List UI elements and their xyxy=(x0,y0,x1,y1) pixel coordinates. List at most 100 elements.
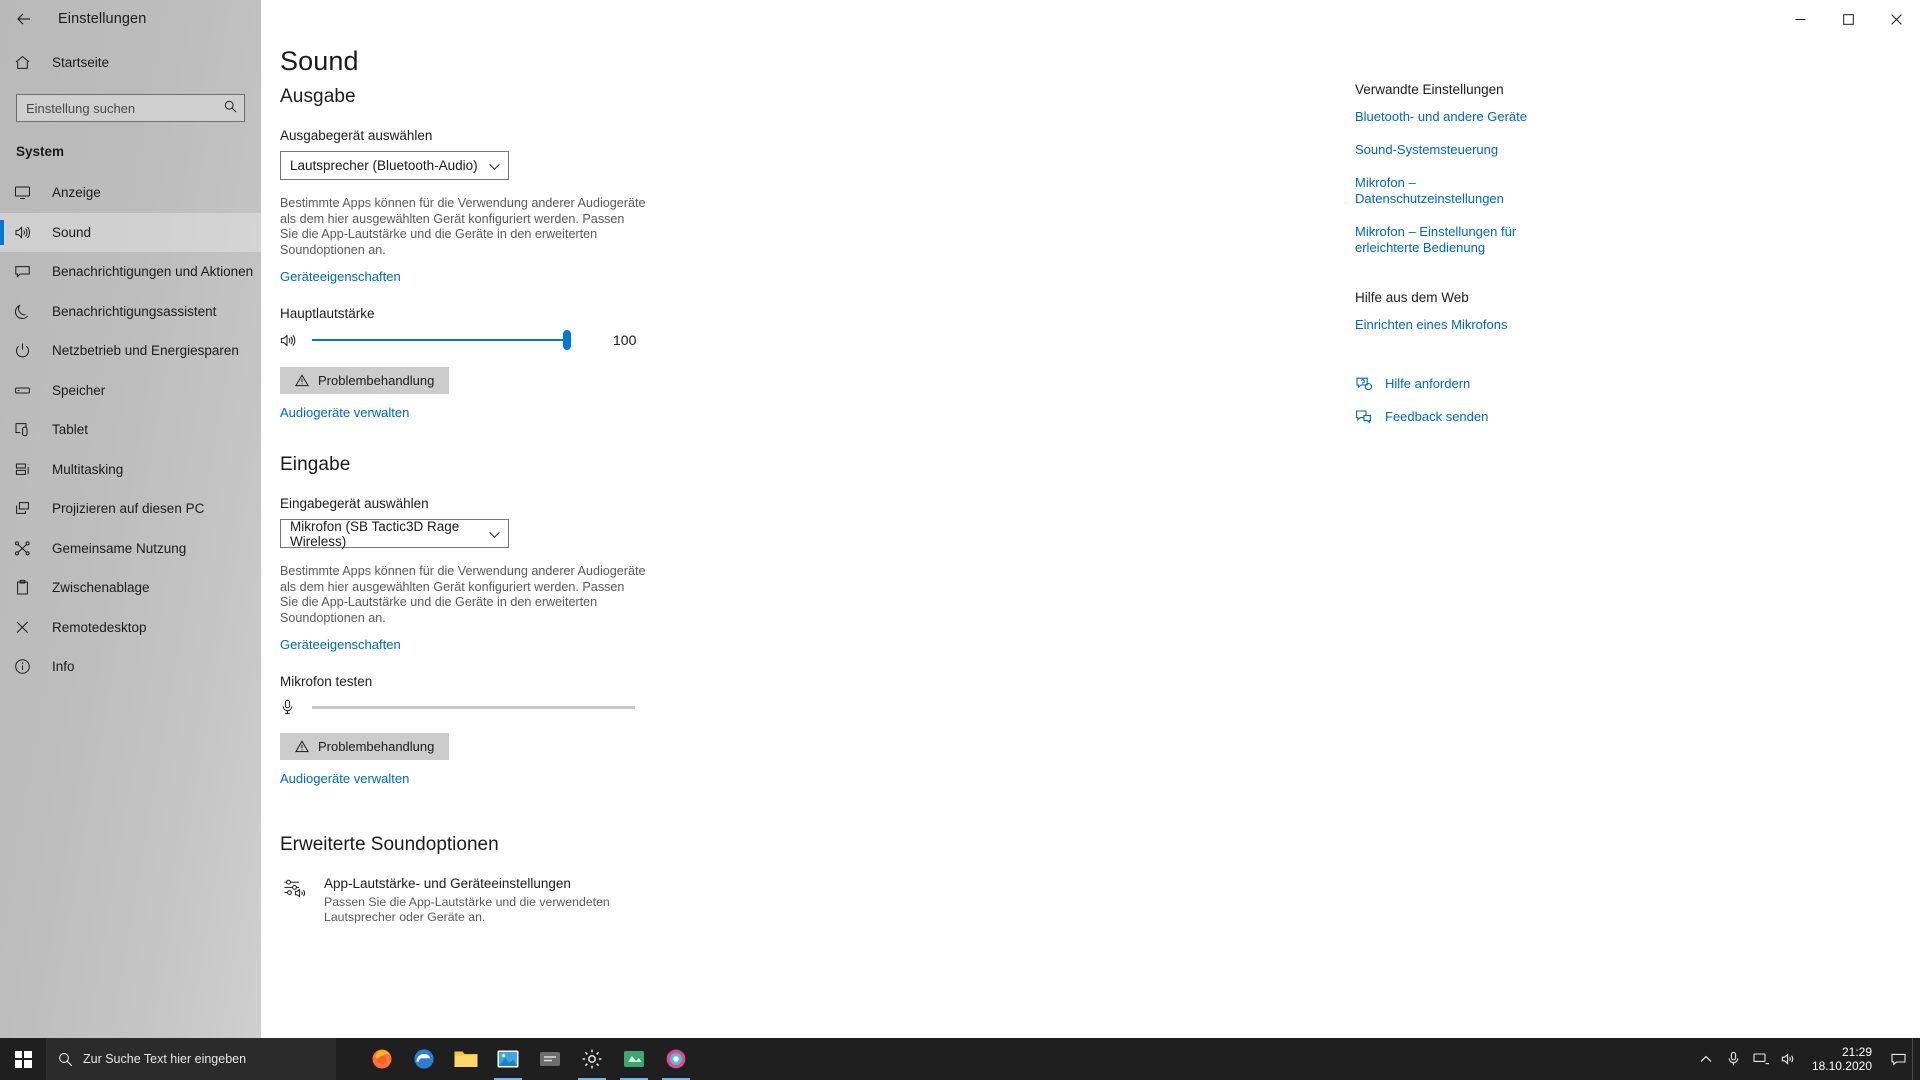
sidebar-nav-list: Anzeige Sound Benachrichtigungen und Akt… xyxy=(0,173,261,687)
mixer-icon xyxy=(280,876,310,925)
volume-tray-icon[interactable] xyxy=(1776,1038,1804,1080)
app-volume-text: App-Lautstärke- und Geräteeinstellungen … xyxy=(324,876,654,925)
sidebar-item-anzeige[interactable]: Anzeige xyxy=(0,173,261,213)
input-troubleshoot-label: Problembehandlung xyxy=(318,739,435,754)
app-volume-subtitle: Passen Sie die App-Lautstärke und die ve… xyxy=(324,895,610,924)
sidebar-item-label: Speicher xyxy=(52,382,106,398)
sidebar-item-home[interactable]: Startseite xyxy=(0,42,261,82)
sidebar-item-label: Anzeige xyxy=(52,185,101,201)
input-device-label: Eingabegerät auswählen xyxy=(280,496,429,511)
edge-taskbar-icon[interactable] xyxy=(404,1038,444,1080)
chevron-down-icon xyxy=(489,158,500,173)
related-settings-heading: Verwandte Einstellungen xyxy=(1355,82,1504,97)
back-button[interactable] xyxy=(0,0,48,38)
output-description: Bestimmte Apps können für die Verwendung… xyxy=(280,196,646,257)
sidebar-item-label: Tablet xyxy=(52,422,89,438)
sidebar-item-benachrichtigungsassistent[interactable]: Benachrichtigungsassistent xyxy=(0,292,261,332)
taskbar-apps xyxy=(362,1038,696,1080)
notification-icon xyxy=(14,263,40,280)
right-rail: Verwandte Einstellungen Bluetooth- und a… xyxy=(1355,82,1655,441)
sidebar-item-info[interactable]: Info xyxy=(0,647,261,687)
caption-buttons xyxy=(1776,0,1920,38)
master-volume-slider[interactable] xyxy=(312,330,571,350)
window-title: Einstellungen xyxy=(58,11,147,27)
web-help-link-setup-microphone[interactable]: Einrichten eines Mikrofons xyxy=(1355,317,1555,333)
start-button[interactable] xyxy=(0,1038,46,1080)
clipboard-icon xyxy=(14,579,40,596)
content-area: Sound Ausgabe Ausgabegerät auswählen Lau… xyxy=(261,38,1920,1038)
share-icon xyxy=(14,540,40,557)
slider-thumb[interactable] xyxy=(563,330,571,350)
mic-level-meter xyxy=(312,705,635,709)
multitasking-icon xyxy=(14,461,40,478)
sidebar-item-benachrichtigungen-und-aktionen[interactable]: Benachrichtigungen und Aktionen xyxy=(0,252,261,292)
close-button[interactable] xyxy=(1872,0,1920,38)
power-icon xyxy=(14,342,40,359)
sidebar-item-label: Sound xyxy=(52,224,92,240)
warning-icon xyxy=(295,374,309,387)
minimize-button[interactable] xyxy=(1776,0,1824,38)
photos-taskbar-icon[interactable] xyxy=(488,1038,528,1080)
taskbar-clock[interactable]: 21:29 18.10.2020 xyxy=(1804,1038,1884,1080)
sidebar-item-label: Remotedesktop xyxy=(52,619,147,635)
search-input[interactable] xyxy=(16,94,245,122)
input-manage-devices-link[interactable]: Audiogeräte verwalten xyxy=(280,771,409,786)
related-link-sound-control-panel[interactable]: Sound-Systemsteuerung xyxy=(1355,142,1555,158)
app-taskbar-icon[interactable] xyxy=(614,1038,654,1080)
related-link-bluetooth[interactable]: Bluetooth- und andere Geräte xyxy=(1355,109,1555,125)
master-volume-label: Hauptlautstärke xyxy=(280,306,375,321)
web-help-heading: Hilfe aus dem Web xyxy=(1355,290,1469,305)
sidebar-item-netzbetrieb-und-energiesparen[interactable]: Netzbetrieb und Energiesparen xyxy=(0,331,261,371)
network-tray-icon[interactable] xyxy=(1748,1038,1776,1080)
output-manage-devices-link[interactable]: Audiogeräte verwalten xyxy=(280,405,409,420)
search-box[interactable] xyxy=(16,94,245,122)
sidebar-item-tablet[interactable]: Tablet xyxy=(0,410,261,450)
firefox-taskbar-icon[interactable] xyxy=(362,1038,402,1080)
microphone-tray-icon[interactable] xyxy=(1720,1038,1748,1080)
sidebar-item-sound[interactable]: Sound xyxy=(0,212,261,252)
related-link-mic-accessibility[interactable]: Mikrofon – Einstellungen für erleichtert… xyxy=(1355,224,1555,256)
feedback-icon xyxy=(1355,408,1375,425)
slider-fill xyxy=(312,339,567,341)
sidebar-item-label: Benachrichtigungsassistent xyxy=(52,303,217,319)
input-device-select[interactable]: Mikrofon (SB Tactic3D Rage Wireless) xyxy=(280,519,509,549)
send-feedback-row[interactable]: Feedback senden xyxy=(1355,408,1655,425)
input-device-properties-link[interactable]: Geräteeigenschaften xyxy=(280,637,401,652)
output-troubleshoot-button[interactable]: Problembehandlung xyxy=(280,367,450,394)
action-center-icon[interactable] xyxy=(1884,1038,1912,1080)
settings-window: Startseite System xyxy=(0,0,1920,1038)
sidebar-item-speicher[interactable]: Speicher xyxy=(0,371,261,411)
maximize-button[interactable] xyxy=(1824,0,1872,38)
remote-desktop-icon xyxy=(14,619,40,636)
show-desktop-button[interactable] xyxy=(1912,1038,1920,1080)
output-device-select[interactable]: Lautsprecher (Bluetooth-Audio) xyxy=(280,151,509,180)
output-device-properties-link[interactable]: Geräteeigenschaften xyxy=(280,269,401,284)
get-help-row[interactable]: Hilfe anfordern xyxy=(1355,375,1655,392)
sidebar-item-remotedesktop[interactable]: Remotedesktop xyxy=(0,608,261,648)
show-hidden-icons-icon[interactable] xyxy=(1692,1038,1720,1080)
settings-taskbar-icon[interactable] xyxy=(572,1038,612,1080)
input-heading: Eingabe xyxy=(280,454,351,475)
sidebar-item-gemeinsame-nutzung[interactable]: Gemeinsame Nutzung xyxy=(0,529,261,569)
send-feedback-label: Feedback senden xyxy=(1385,409,1489,424)
project-icon xyxy=(14,500,40,517)
sidebar-item-label: Projizieren auf diesen PC xyxy=(52,501,205,517)
sidebar: Startseite System xyxy=(0,0,261,1038)
input-troubleshoot-button[interactable]: Problembehandlung xyxy=(280,733,450,760)
help-icon xyxy=(1355,375,1375,392)
sidebar-item-zwischenablage[interactable]: Zwischenablage xyxy=(0,568,261,608)
page-title: Sound xyxy=(280,46,359,76)
sidebar-item-multitasking[interactable]: Multitasking xyxy=(0,450,261,490)
advanced-section: Erweiterte Soundoptionen App-Lautstärke-… xyxy=(280,834,980,925)
mic-test-label: Mikrofon testen xyxy=(280,674,373,689)
related-link-mic-privacy[interactable]: Mikrofon – Datenschutzeinstellungen xyxy=(1355,175,1555,207)
title-bar: Einstellungen xyxy=(0,0,1920,38)
taskbar-search[interactable]: Zur Suche Text hier eingeben xyxy=(46,1038,336,1080)
sidebar-item-projizieren-auf-diesen-pc[interactable]: Projizieren auf diesen PC xyxy=(0,489,261,529)
file-explorer-taskbar-icon[interactable] xyxy=(446,1038,486,1080)
windows-logo-icon xyxy=(14,1050,32,1068)
tool-taskbar-icon[interactable] xyxy=(530,1038,570,1080)
browser-taskbar-icon[interactable] xyxy=(656,1038,696,1080)
info-icon xyxy=(14,658,40,675)
app-volume-device-prefs-item[interactable]: App-Lautstärke- und Geräteeinstellungen … xyxy=(280,876,980,925)
